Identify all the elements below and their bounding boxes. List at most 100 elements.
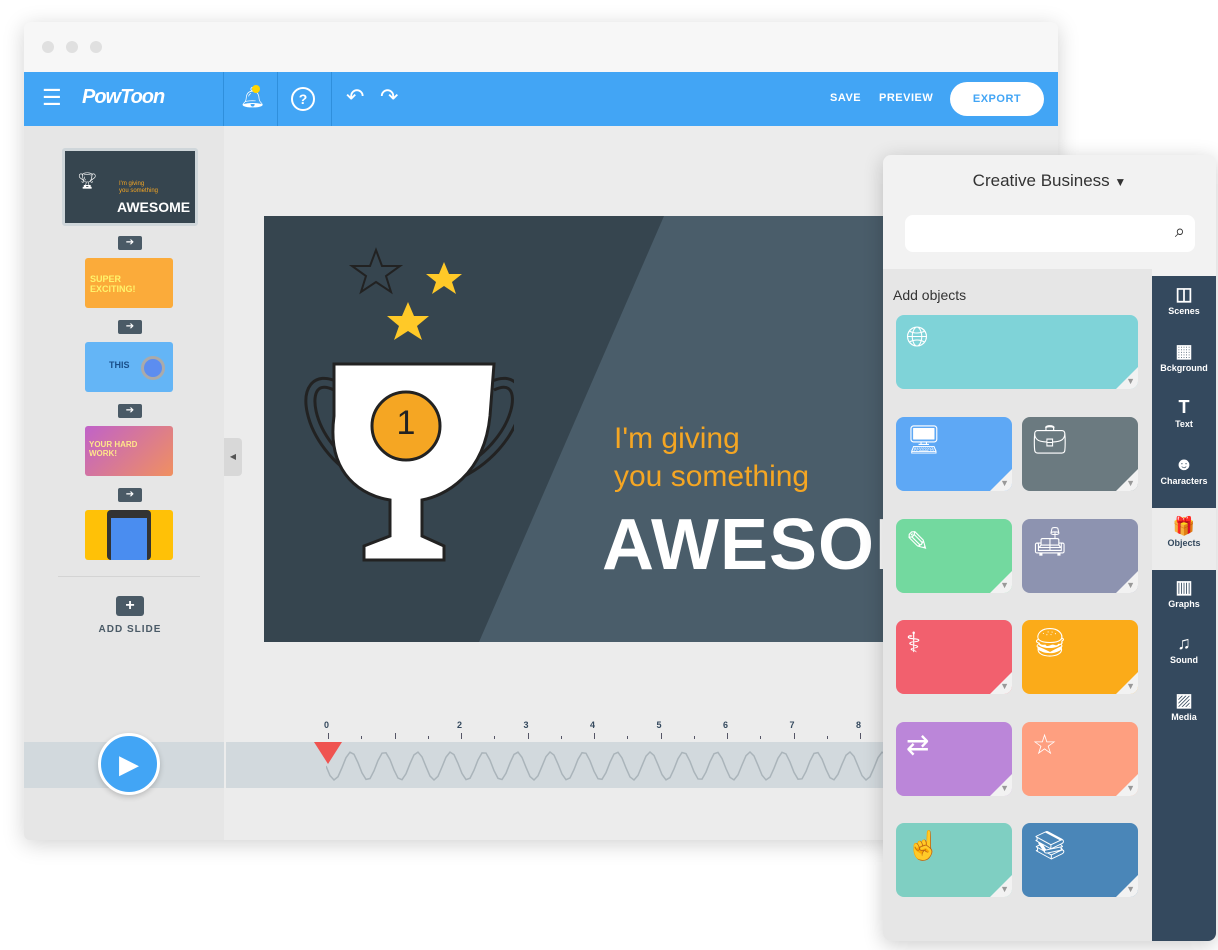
tile-dropdown-icon[interactable]: ▼ (1000, 884, 1009, 894)
armchair-icon: 🛋︎ (1032, 525, 1068, 557)
trophy-number: 1 (396, 404, 416, 442)
slide-text-line2[interactable]: you something (614, 460, 809, 494)
transition-icon[interactable]: ➔ (118, 236, 142, 250)
timeline-tick-label: 2 (457, 720, 463, 730)
timeline-tick-label: 0 (324, 720, 330, 730)
slide-thumb-5[interactable] (85, 510, 173, 560)
export-button[interactable]: EXPORT (950, 82, 1044, 116)
window-dot[interactable] (90, 41, 102, 53)
object-tile[interactable]: 💼︎ ▼ (1022, 417, 1138, 491)
play-button[interactable]: ▶ (98, 733, 160, 795)
window-dot[interactable] (42, 41, 54, 53)
timeline-tick-label: 5 (656, 720, 662, 730)
menu-icon[interactable]: ☰ (42, 87, 62, 109)
stethoscope-icon: ⚕ (906, 627, 922, 658)
bell-icon[interactable]: 🔔︎ (240, 85, 265, 110)
trophy-icon: 🏆︎ (77, 173, 98, 190)
toolbar: ☰ PowToon 🔔︎ ? ↶ ↷ SAVE PREVIEW EXPORT (24, 72, 1058, 126)
sidebar-item-scenes[interactable]: ◫ Scenes (1152, 276, 1216, 332)
thumb-text: you something (119, 188, 159, 194)
phone-star-icon: ☆ (1032, 728, 1058, 760)
star-icon (426, 262, 462, 294)
object-tile[interactable]: ☆ ▼ (1022, 721, 1138, 796)
sidebar-item-text[interactable]: T Text (1152, 389, 1216, 445)
timeline-tick (627, 736, 629, 739)
tile-dropdown-icon[interactable]: ▼ (1000, 681, 1009, 691)
object-tile[interactable]: 🍔︎ ▼ (1022, 620, 1138, 694)
undo-icon[interactable]: ↶ (346, 84, 364, 110)
thumb-title: THIS (109, 360, 130, 370)
transition-icon[interactable]: ➔ (118, 320, 142, 334)
timeline-tick (594, 733, 595, 739)
search-input[interactable]: ⌕ (905, 215, 1195, 252)
add-slide-icon[interactable]: + (116, 596, 144, 616)
help-icon[interactable]: ? (291, 87, 315, 111)
transition-icon[interactable]: ➔ (118, 488, 142, 502)
slide-thumb-2[interactable]: SUPER EXCITING! (85, 258, 173, 308)
sign-icon: ✎ (906, 525, 930, 557)
slide-thumb-4[interactable]: YOUR HARD WORK! (85, 426, 173, 476)
category-dropdown[interactable]: Creative Business ▼ (883, 171, 1216, 191)
tile-dropdown-icon[interactable]: ▼ (1000, 478, 1009, 488)
timeline-tick-label: 7 (789, 720, 795, 730)
timeline-tick (427, 736, 429, 739)
add-slide-button[interactable]: ADD SLIDE (84, 624, 176, 635)
slide-title[interactable]: AWESOME (602, 504, 904, 586)
sidebar-item-graphs[interactable]: ▥ Graphs (1152, 569, 1216, 625)
graphs-icon: ▥ (1175, 576, 1193, 597)
object-tile[interactable]: 🌐︎ ▼ (896, 315, 1138, 389)
object-tile[interactable]: 🖥︎ ▼ (896, 417, 1012, 491)
timeline-tick (361, 736, 363, 739)
timeline-tick (693, 736, 695, 739)
category-label: Creative Business (972, 171, 1110, 190)
timeline-tick (760, 736, 762, 739)
objects-icon: 🎁 (1172, 516, 1196, 536)
sidebar-item-objects[interactable]: 🎁 Objects (1152, 508, 1216, 570)
search-icon[interactable]: ⌕ (1175, 221, 1185, 242)
sidebar-item-characters[interactable]: ☻ Characters (1152, 446, 1216, 502)
slide-canvas[interactable]: 1 I'm giving you something AWESOME (264, 216, 904, 642)
preview-button[interactable]: PREVIEW (879, 92, 933, 104)
burger-icon: 🍔︎ (1032, 627, 1068, 658)
redo-icon[interactable]: ↷ (380, 84, 398, 110)
slide-thumb-3[interactable]: THIS (85, 342, 173, 392)
arrows-icon: ⇄ (906, 728, 930, 760)
background-icon: ▦ (1175, 340, 1193, 361)
object-tile[interactable]: ⇄ ▼ (896, 721, 1012, 796)
window-dot[interactable] (66, 41, 78, 53)
object-tile[interactable]: ⚕ ▼ (896, 620, 1012, 694)
timeline-tick (860, 733, 861, 739)
text-icon: T (1178, 397, 1190, 417)
tile-dropdown-icon[interactable]: ▼ (1126, 376, 1135, 386)
timeline-tick (494, 736, 496, 739)
sidebar-item-label: Media (1171, 711, 1197, 722)
sidebar-item-bckground[interactable]: ▦ Bckground (1152, 333, 1216, 389)
tile-dropdown-icon[interactable]: ▼ (1126, 884, 1135, 894)
playhead[interactable] (314, 742, 342, 764)
slide-text-line1[interactable]: I'm giving (614, 422, 740, 456)
save-button[interactable]: SAVE (830, 92, 861, 104)
tile-dropdown-icon[interactable]: ▼ (1000, 580, 1009, 590)
object-tile[interactable]: ☝ ▼ (896, 823, 1012, 897)
sidebar-item-media[interactable]: ▨ Media (1152, 682, 1216, 738)
tile-dropdown-icon[interactable]: ▼ (1126, 580, 1135, 590)
logo: PowToon (82, 86, 165, 108)
tile-dropdown-icon[interactable]: ▼ (1000, 783, 1009, 793)
slide-thumb-1[interactable]: 🏆︎ I'm giving you something AWESOME (62, 148, 198, 226)
object-tile[interactable]: 📚︎ ▼ (1022, 823, 1138, 897)
sidebar-item-sound[interactable]: ♫ Sound (1152, 625, 1216, 681)
sidebar-item-label: Bckground (1160, 362, 1208, 373)
timeline-tick-label: 3 (523, 720, 529, 730)
timeline-tick (826, 736, 828, 739)
object-tile[interactable]: 🛋︎ ▼ (1022, 518, 1138, 593)
thumb-title: AWESOME (117, 199, 191, 215)
tile-dropdown-icon[interactable]: ▼ (1126, 783, 1135, 793)
caret-down-icon: ▼ (1114, 175, 1127, 189)
tile-dropdown-icon[interactable]: ▼ (1126, 681, 1135, 691)
sidebar-item-label: Text (1175, 419, 1193, 429)
thumb-text: I'm giving (119, 181, 145, 187)
transition-icon[interactable]: ➔ (118, 404, 142, 418)
collapse-sidebar-handle[interactable]: ◀ (224, 438, 242, 476)
tile-dropdown-icon[interactable]: ▼ (1126, 478, 1135, 488)
object-tile[interactable]: ✎ ▼ (896, 518, 1012, 593)
